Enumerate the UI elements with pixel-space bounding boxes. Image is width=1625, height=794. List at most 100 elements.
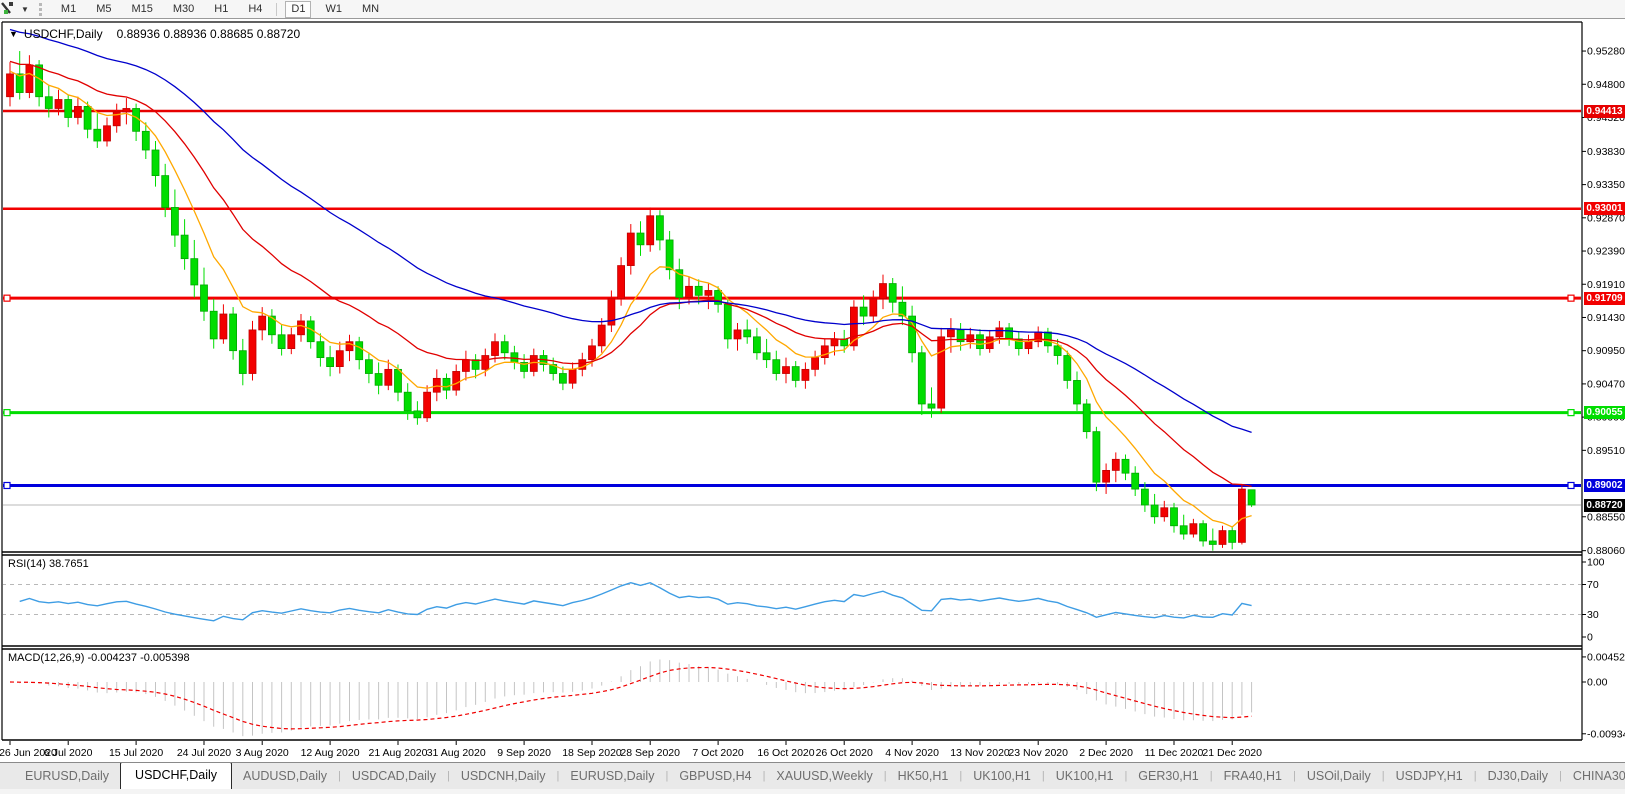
candle-bear	[637, 233, 644, 245]
chart-symbol-label: USDCHF,Daily	[24, 27, 103, 41]
current-price-label: 0.88720	[1584, 499, 1625, 512]
symbol-tab-dj30-daily[interactable]: DJ30,Daily	[1477, 765, 1559, 789]
svg-text:26 Oct 2020: 26 Oct 2020	[816, 747, 873, 759]
candle-bull	[627, 233, 634, 266]
candle-bull	[1161, 508, 1168, 517]
candle-bear	[501, 342, 508, 353]
candle-bull	[831, 339, 838, 346]
symbol-tab-eurusd-daily[interactable]: EURUSD,Daily	[559, 765, 665, 789]
candle-bear	[142, 131, 149, 150]
line-handle	[1568, 410, 1574, 416]
candle-bull	[492, 342, 499, 356]
symbol-tab-usdjpy-h1[interactable]: USDJPY,H1	[1385, 765, 1474, 789]
candle-bull	[26, 65, 33, 93]
resistance-line-label: 0.93001	[1584, 202, 1625, 215]
candle-bear	[414, 411, 421, 418]
svg-text:0.94800: 0.94800	[1587, 79, 1625, 91]
candle-bull	[220, 314, 227, 339]
candle-bull	[1103, 470, 1110, 482]
candle-bear	[84, 106, 91, 129]
svg-text:7 Oct 2020: 7 Oct 2020	[692, 747, 744, 759]
symbol-dropdown-icon[interactable]: ▼	[9, 29, 18, 39]
svg-text:6 Jul 2020: 6 Jul 2020	[44, 747, 93, 759]
candle-bear	[443, 378, 450, 390]
svg-text:24 Jul 2020: 24 Jul 2020	[177, 747, 231, 759]
svg-text:0.91910: 0.91910	[1587, 279, 1625, 291]
candle-bull	[589, 346, 596, 360]
candle-bull	[385, 369, 392, 385]
symbol-tab-audusd-daily[interactable]: AUDUSD,Daily	[232, 765, 338, 789]
candle-bear	[1006, 328, 1013, 339]
candle-bear	[695, 286, 702, 295]
symbol-tab-hk50-h1[interactable]: HK50,H1	[887, 765, 960, 789]
candle-bear	[1054, 346, 1061, 356]
candle-bear	[171, 207, 178, 235]
svg-text:9 Sep 2020: 9 Sep 2020	[497, 747, 551, 759]
chart-plot-area[interactable]: 0.952800.948000.943200.938300.933500.928…	[0, 0, 1625, 762]
svg-text:0.88550: 0.88550	[1587, 511, 1625, 523]
svg-text:18 Sep 2020: 18 Sep 2020	[562, 747, 622, 759]
svg-text:0.93830: 0.93830	[1587, 146, 1625, 158]
candle-bear	[1209, 541, 1216, 544]
line-handle	[4, 410, 10, 416]
candle-bear	[16, 74, 23, 93]
candle-bear	[181, 235, 188, 259]
candle-bull	[7, 74, 14, 97]
symbol-tab-usoil-daily[interactable]: USOil,Daily	[1296, 765, 1382, 789]
svg-text:3 Aug 2020: 3 Aug 2020	[236, 747, 289, 759]
candle-bull	[55, 99, 62, 108]
svg-text:30: 30	[1587, 609, 1599, 621]
symbol-tab-uk100-h1[interactable]: UK100,H1	[1045, 765, 1125, 789]
candle-bull	[569, 369, 576, 383]
candle-bear	[656, 216, 663, 240]
svg-text:11 Dec 2020: 11 Dec 2020	[1145, 747, 1204, 759]
candle-bear	[210, 311, 217, 339]
symbol-tab-ger30-h1[interactable]: GER30,H1	[1127, 765, 1209, 789]
resistance-line-label: 0.91709	[1584, 292, 1625, 305]
candle-bull	[123, 108, 130, 111]
candle-bull	[453, 371, 460, 390]
svg-text:70: 70	[1587, 579, 1599, 591]
candle-bull	[482, 356, 489, 370]
candle-bear	[1132, 473, 1139, 489]
candle-bear	[977, 335, 984, 349]
svg-text:23 Nov 2020: 23 Nov 2020	[1008, 747, 1068, 759]
candle-bear	[792, 367, 799, 381]
line-handle	[1568, 295, 1574, 301]
candle-bull	[1112, 459, 1119, 470]
symbol-tab-usdcad-daily[interactable]: USDCAD,Daily	[341, 765, 447, 789]
symbol-tab-usdchf-daily[interactable]: USDCHF,Daily	[120, 762, 232, 789]
candle-bull	[996, 328, 1003, 337]
candle-bull	[686, 286, 693, 297]
svg-text:16 Oct 2020: 16 Oct 2020	[757, 747, 814, 759]
svg-text:12 Aug 2020: 12 Aug 2020	[301, 747, 360, 759]
symbol-tab-uk100-h1[interactable]: UK100,H1	[962, 765, 1042, 789]
candle-bull	[1025, 342, 1032, 349]
statusbar-strip	[0, 789, 1625, 794]
symbol-tab-usdcnh-daily[interactable]: USDCNH,Daily	[450, 765, 557, 789]
candle-bear	[230, 314, 237, 351]
support-line-label: 0.90055	[1584, 406, 1625, 419]
line-handle	[1568, 482, 1574, 488]
symbol-tab-china300-h1[interactable]: CHINA300,H1	[1562, 765, 1625, 789]
symbol-tab-eurusd-daily[interactable]: EURUSD,Daily	[14, 765, 120, 789]
svg-text:0.00: 0.00	[1587, 677, 1608, 689]
svg-text:28 Sep 2020: 28 Sep 2020	[620, 747, 680, 759]
chart-title: ▼USDCHF,Daily0.88936 0.88936 0.88685 0.8…	[9, 27, 300, 41]
svg-text:15 Jul 2020: 15 Jul 2020	[109, 747, 163, 759]
candle-bull	[259, 316, 266, 330]
candle-bear	[365, 360, 372, 374]
candle-bull	[424, 392, 431, 418]
candle-bear	[1248, 490, 1255, 505]
candle-bear	[1093, 432, 1100, 483]
candle-bear	[1074, 380, 1081, 404]
candle-bull	[705, 290, 712, 295]
candle-bear	[1171, 508, 1178, 526]
svg-text:0.93350: 0.93350	[1587, 179, 1625, 191]
symbol-tab-fra40-h1[interactable]: FRA40,H1	[1213, 765, 1293, 789]
symbol-tab-xauusd-weekly[interactable]: XAUUSD,Weekly	[765, 765, 883, 789]
candle-bull	[288, 335, 295, 349]
candle-bull	[1219, 531, 1226, 545]
symbol-tab-gbpusd-h4[interactable]: GBPUSD,H4	[668, 765, 762, 789]
candle-bear	[763, 353, 770, 360]
